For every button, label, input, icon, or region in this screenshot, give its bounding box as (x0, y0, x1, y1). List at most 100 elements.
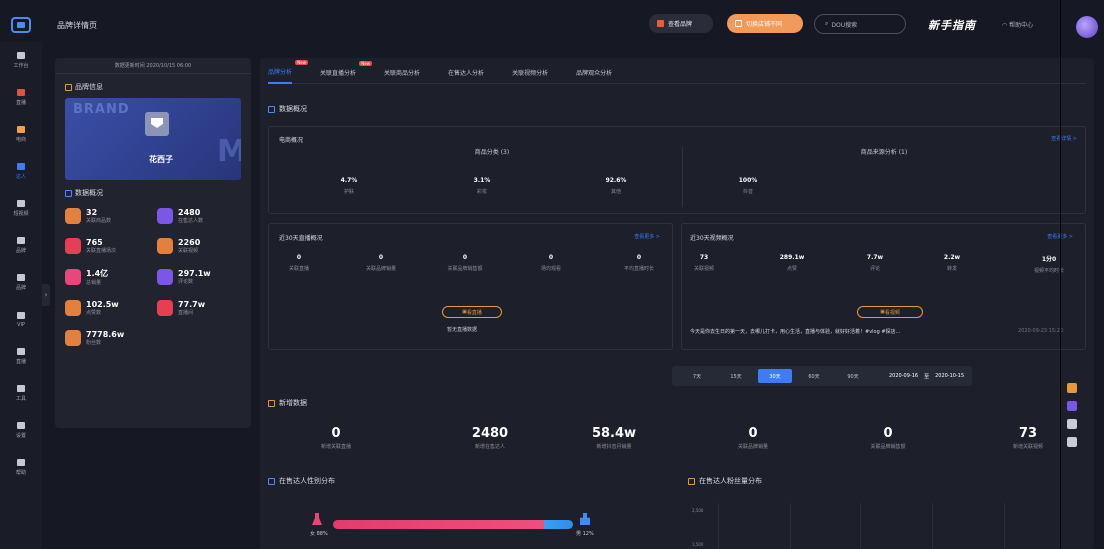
collapse-sidebar-button[interactable]: › (42, 284, 50, 306)
float-toolbar (1064, 375, 1080, 495)
app-window: 品牌详情页 查看品牌 切换店铺不同 ⌕ DOU搜索 新手指南 ◠ 帮助中心 工作台… (0, 0, 1104, 549)
new-badge: New (359, 61, 373, 66)
page-title: 品牌详情页 (57, 20, 97, 30)
brand-info-panel: 数据更新时间 2020/10/15 06:00 品牌信息 BRAND 花西子 M… (55, 58, 251, 428)
stat-value: 7778.6w (86, 330, 125, 339)
play-icon[interactable] (1067, 437, 1077, 447)
growth-label: 关联品牌销量 (737, 444, 769, 450)
sidebar-item-brand[interactable]: 品牌 (0, 227, 42, 264)
stat-value: 2260 (178, 238, 201, 247)
sidebar-item-creator[interactable]: 达人 (0, 153, 42, 190)
stat-value: 32 (86, 208, 98, 217)
brand-logo-icon (145, 112, 169, 136)
sidebar-item-tools[interactable]: 工具 (0, 375, 42, 412)
growth-label: 新增抖音月销量 (596, 444, 632, 450)
video-title: 近30天视频概况 (690, 235, 734, 242)
sidebar-item-brand-2[interactable]: 品牌 (0, 264, 42, 301)
video-stat: 73 关联视频 (693, 254, 715, 272)
date-start[interactable]: 2020-09-16 (889, 373, 918, 379)
view-brand-button[interactable]: 查看品牌 (649, 14, 713, 33)
tab-3[interactable]: 在售达人分析 (448, 62, 484, 83)
y-tick: 1,500 (692, 542, 704, 547)
help-center-link[interactable]: ◠ 帮助中心 (1002, 20, 1033, 29)
stat-value: 2480 (178, 208, 201, 217)
growth-stat: 0 关联品牌销售额 (870, 426, 905, 450)
ecom-detail-link[interactable]: 查看详情 > (1051, 135, 1077, 142)
lock-icon[interactable] (1067, 419, 1077, 429)
search-input[interactable]: ⌕ DOU搜索 (814, 14, 906, 34)
stat-item: 2260 关联视频 (157, 238, 249, 254)
stat-item: 297.1w 评论数 (157, 268, 249, 286)
grid-icon (17, 52, 25, 59)
live-stat: 0 关联品牌销量 (365, 254, 397, 272)
watch-live-button[interactable]: ▣ 看直播 (442, 306, 502, 318)
growth-stat: 58.4w 新增抖音月销量 (592, 426, 636, 450)
sidebar-item-live-2[interactable]: 直播 (0, 338, 42, 375)
live-stat: 0 场均观看 (540, 254, 562, 272)
sidebar-item-vip[interactable]: VIP (0, 301, 42, 338)
date-option[interactable]: 90天 (836, 369, 870, 383)
tab-0[interactable]: 品牌分析 New (268, 60, 309, 84)
switch-store-button[interactable]: 切换店铺不同 (727, 14, 803, 33)
growth-heading: 新增数据 (268, 398, 307, 408)
video-stat: 289.1w 点赞 (779, 254, 805, 272)
date-sep: 至 (924, 373, 930, 380)
chart-grid-line (718, 503, 719, 549)
tab-4[interactable]: 关联视频分析 (512, 62, 548, 83)
date-option[interactable]: 7天 (680, 369, 714, 383)
tab-1[interactable]: 关联直播分析 New (320, 61, 373, 83)
update-time: 数据更新时间 2020/10/15 06:00 (55, 58, 251, 74)
category-item: 3.1% 彩妆 (473, 177, 491, 195)
latest-video-text[interactable]: 今天是你去生日的第一天，去哪儿打卡，用心生活，直播与体验，就好好活着！#vlog… (690, 328, 1010, 335)
stat-value: 77.7w (178, 300, 206, 309)
growth-stat: 0 新增关联直播 (321, 426, 351, 450)
stat-label: 评论数 (178, 279, 194, 285)
date-option[interactable]: 30天 (758, 369, 792, 383)
growth-stat: 0 关联品牌销量 (738, 426, 768, 450)
monitor-icon (17, 274, 25, 281)
app-logo-icon[interactable] (11, 17, 31, 33)
chart-grid-line (932, 503, 933, 549)
avatar[interactable] (1076, 16, 1098, 38)
date-option[interactable]: 15天 (719, 369, 753, 383)
live-title: 近30天直播概况 (279, 235, 323, 242)
gear-icon (17, 422, 25, 429)
guide-link[interactable]: 新手指南 (928, 17, 976, 33)
date-end[interactable]: 2020-10-15 (935, 373, 964, 379)
fans-icon (688, 477, 695, 485)
ecom-title: 电商概况 (279, 137, 304, 144)
growth-value: 2480 (471, 426, 509, 441)
female-label: 女 88% (310, 531, 328, 537)
gender-ratio-bar (333, 520, 573, 529)
date-filter: 7天 15天 30天 60天 90天 2020-09-16 至 2020-10-15 (672, 366, 973, 386)
sidebar-item-workbench[interactable]: 工作台 (0, 42, 42, 79)
live-overview-box: 近30天直播概况 查看更多 > 0 关联直播 0 关联品牌销量 0 关联品牌销售额 0… (268, 223, 673, 350)
bar-chart-icon[interactable] (1067, 383, 1077, 393)
brand-bg-text: BRAND (73, 102, 130, 117)
stat-item: 32 关联商品数 (65, 208, 157, 224)
y-tick: 2,500 (692, 508, 704, 513)
sidebar-item-settings[interactable]: 设置 (0, 412, 42, 449)
bag-icon (17, 126, 25, 133)
top-bar: 品牌详情页 查看品牌 切换店铺不同 ⌕ DOU搜索 新手指南 ◠ 帮助中心 (0, 8, 1104, 42)
thumb-icon[interactable] (1067, 401, 1077, 411)
sidebar-item-ecommerce[interactable]: 电商 (0, 116, 42, 153)
live-more-link[interactable]: 查看更多 > (634, 233, 660, 240)
source-title: 商品来源分析 (1) (860, 149, 908, 156)
growth-label: 新增关联直播 (320, 444, 352, 450)
sidebar-item-video[interactable]: 短视频 (0, 190, 42, 227)
stat-label: 粉丝数 (86, 340, 102, 346)
tab-2[interactable]: 关联商品分析 (384, 62, 420, 83)
stat-icon (65, 269, 81, 285)
store-icon (735, 20, 742, 27)
stats-grid: 32 关联商品数 2480 在售达人数 765 关联直播场次 2260 关联视频 1.4亿 总销量… (65, 208, 251, 346)
stat-icon (157, 208, 173, 224)
chart-icon (268, 399, 275, 407)
date-option[interactable]: 60天 (797, 369, 831, 383)
watch-video-button[interactable]: ▣ 看视频 (857, 306, 923, 318)
sidebar-item-help[interactable]: 帮助 (0, 449, 42, 486)
sidebar-item-live[interactable]: 直播 (0, 79, 42, 116)
growth-stat: 2480 新增在售达人 (472, 426, 508, 450)
tab-5[interactable]: 品牌观众分析 (576, 62, 612, 83)
stat-value: 102.5w (86, 300, 119, 309)
